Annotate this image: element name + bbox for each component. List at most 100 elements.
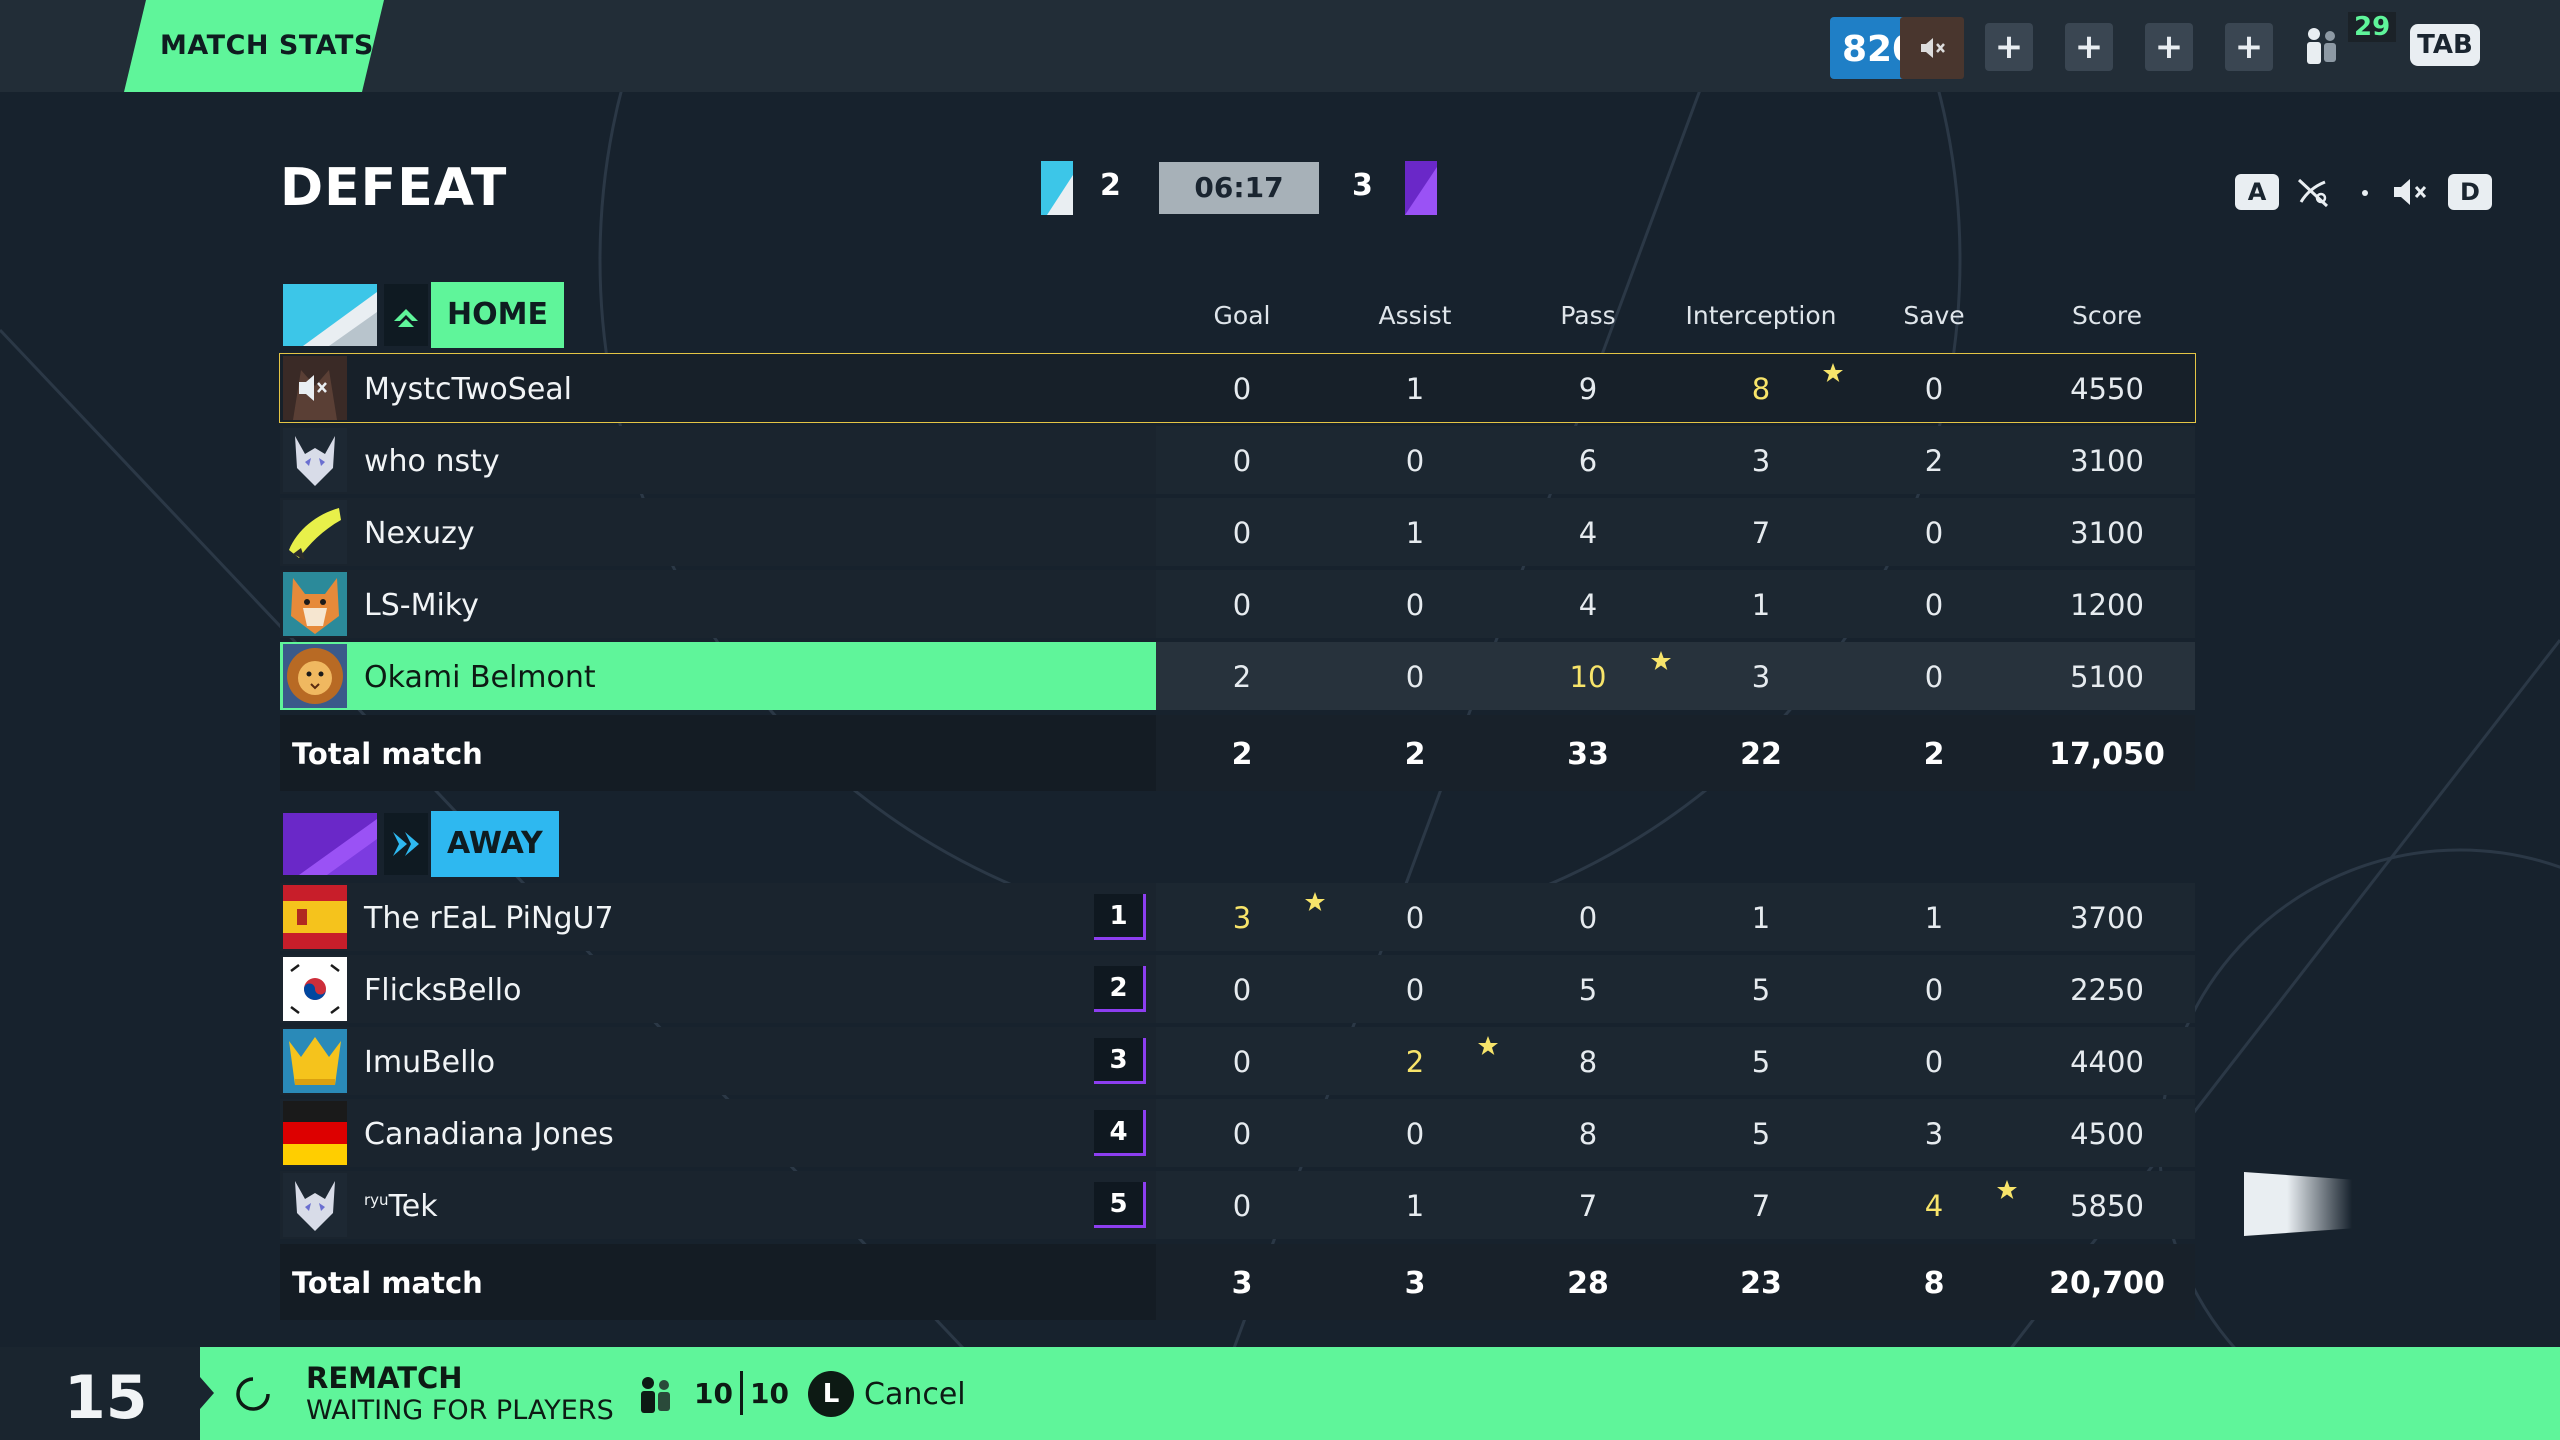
avatar xyxy=(283,885,347,949)
table-row[interactable]: who nsty 0 0 6 3 2 3100 xyxy=(280,426,2195,494)
stat-assist: 2 xyxy=(1405,1045,1425,1079)
key-l-hint[interactable]: L xyxy=(808,1371,854,1417)
party-count: 29 xyxy=(2348,12,2397,42)
rematch-title: REMATCH xyxy=(306,1361,463,1395)
stat-pass: 10 xyxy=(1569,660,1607,694)
match-timer: 06:17 xyxy=(1159,162,1319,214)
table-row[interactable]: Nexuzy 0 1 4 7 0 3100 xyxy=(280,498,2195,566)
stat-pass: 4 xyxy=(1578,588,1598,622)
avatar xyxy=(283,1029,347,1093)
stat-assist: 0 xyxy=(1405,973,1425,1007)
stat-pass: 8 xyxy=(1578,1117,1598,1151)
stat-goal: 0 xyxy=(1232,516,1252,550)
plus-icon[interactable]: + xyxy=(2225,23,2273,71)
stat-assist: 1 xyxy=(1405,516,1425,550)
stat-score: 4400 xyxy=(2070,1045,2144,1079)
top-bar: MATCH STATS 820 + + + + 29 TAB xyxy=(0,0,2560,92)
tab-match-stats-label: MATCH STATS xyxy=(160,30,374,61)
stat-interception: 3 xyxy=(1751,444,1771,478)
column-score: Score xyxy=(2071,301,2143,330)
match-result: DEFEAT xyxy=(280,158,508,218)
stat-score: 2250 xyxy=(2070,973,2144,1007)
rank-badge: 2 xyxy=(1094,966,1146,1012)
avatar xyxy=(283,644,347,708)
table-row[interactable]: The rEaL PiNgU7 1 3 0 0 1 1 3700 xyxy=(280,883,2195,951)
stat-score: 5100 xyxy=(2070,660,2144,694)
tab-key-hint[interactable]: TAB xyxy=(2410,24,2480,66)
table-row[interactable]: LS-Miky 0 0 4 1 0 1200 xyxy=(280,570,2195,638)
plus-icon[interactable]: + xyxy=(2065,23,2113,71)
stat-score: 1200 xyxy=(2070,588,2144,622)
total-interception: 23 xyxy=(1740,1266,1782,1301)
stat-score: 3700 xyxy=(2070,901,2144,935)
table-row[interactable]: ryuTek 5 0 1 7 7 4 5850 xyxy=(280,1171,2195,1239)
total-label: Total match xyxy=(292,1266,483,1300)
stat-assist: 1 xyxy=(1405,1189,1425,1223)
stat-interception: 5 xyxy=(1751,1045,1771,1079)
speaker-muted-icon xyxy=(1921,38,1945,58)
key-d-hint[interactable]: D xyxy=(2448,174,2492,210)
rank-badge: 3 xyxy=(1094,1038,1146,1084)
speaker-muted-icon[interactable] xyxy=(2390,172,2430,212)
ready-count: 10 xyxy=(694,1377,733,1410)
home-team-flag-icon xyxy=(1041,161,1073,215)
table-row[interactable]: FlicksBello 2 0 0 5 5 0 2250 xyxy=(280,955,2195,1023)
stat-score: 3100 xyxy=(2070,444,2144,478)
total-score: 20,700 xyxy=(2049,1266,2165,1301)
player-name: who nsty xyxy=(364,444,500,479)
loading-spinner-icon xyxy=(236,1377,270,1411)
tab-match-stats[interactable]: MATCH STATS xyxy=(124,0,384,92)
count-separator xyxy=(740,1371,743,1415)
stat-goal: 0 xyxy=(1232,1117,1252,1151)
stat-score: 4550 xyxy=(2070,372,2144,406)
table-row[interactable]: Canadiana Jones 4 0 0 8 5 3 4500 xyxy=(280,1099,2195,1167)
avatar xyxy=(283,356,347,420)
stat-interception: 7 xyxy=(1751,1189,1771,1223)
avatar xyxy=(283,500,347,564)
separator-dot xyxy=(2362,190,2368,196)
plus-icon[interactable]: + xyxy=(2145,23,2193,71)
stat-interception: 3 xyxy=(1751,660,1771,694)
avatar xyxy=(283,957,347,1021)
home-emblem-icon xyxy=(384,284,428,346)
stat-pass: 6 xyxy=(1578,444,1598,478)
total-label: Total match xyxy=(292,737,483,771)
player-name: ImuBello xyxy=(364,1045,496,1080)
table-row[interactable]: ImuBello 3 0 2 8 5 0 4400 xyxy=(280,1027,2195,1095)
stat-goal: 0 xyxy=(1232,1189,1252,1223)
stat-score: 5850 xyxy=(2070,1189,2144,1223)
stat-goal: 0 xyxy=(1232,588,1252,622)
stat-assist: 0 xyxy=(1405,1117,1425,1151)
total-pass: 33 xyxy=(1567,737,1609,772)
home-team-label: HOME xyxy=(431,282,564,348)
plus-icon[interactable]: + xyxy=(1985,23,2033,71)
mic-muted-icon[interactable] xyxy=(2293,172,2333,212)
scroll-hint-decoration xyxy=(2244,1172,2352,1236)
table-row[interactable]: MystcTwoSeal 0 1 9 8 0 4550 xyxy=(279,353,2196,423)
rank-badge: 5 xyxy=(1094,1182,1146,1228)
column-assist: Assist xyxy=(1378,301,1452,330)
avatar xyxy=(283,428,347,492)
stat-goal: 3 xyxy=(1232,901,1252,935)
player-name-main: Tek xyxy=(388,1189,438,1224)
key-a-hint[interactable]: A xyxy=(2235,174,2279,210)
stat-interception: 5 xyxy=(1751,973,1771,1007)
away-team-flag-icon xyxy=(1405,161,1437,215)
home-total-row: Total match 2 2 33 22 2 17,050 xyxy=(280,715,2195,791)
rank-badge: 4 xyxy=(1094,1110,1146,1156)
player-name: LS-Miky xyxy=(364,588,479,623)
stat-pass: 8 xyxy=(1578,1045,1598,1079)
stat-pass: 9 xyxy=(1578,372,1598,406)
countdown-panel: 15 xyxy=(0,1347,200,1440)
player-avatar[interactable] xyxy=(1900,17,1964,79)
table-row-local-player[interactable]: Okami Belmont 2 0 10 3 0 5100 xyxy=(280,642,2195,710)
stat-pass: 0 xyxy=(1578,901,1598,935)
player-name: Okami Belmont xyxy=(364,660,596,695)
column-pass: Pass xyxy=(1560,301,1616,330)
total-save: 8 xyxy=(1923,1266,1945,1301)
cancel-button[interactable]: Cancel xyxy=(864,1377,966,1412)
stat-pass: 5 xyxy=(1578,973,1598,1007)
total-score: 17,050 xyxy=(2049,737,2165,772)
players-icon xyxy=(641,1377,670,1413)
stat-assist: 0 xyxy=(1405,444,1425,478)
